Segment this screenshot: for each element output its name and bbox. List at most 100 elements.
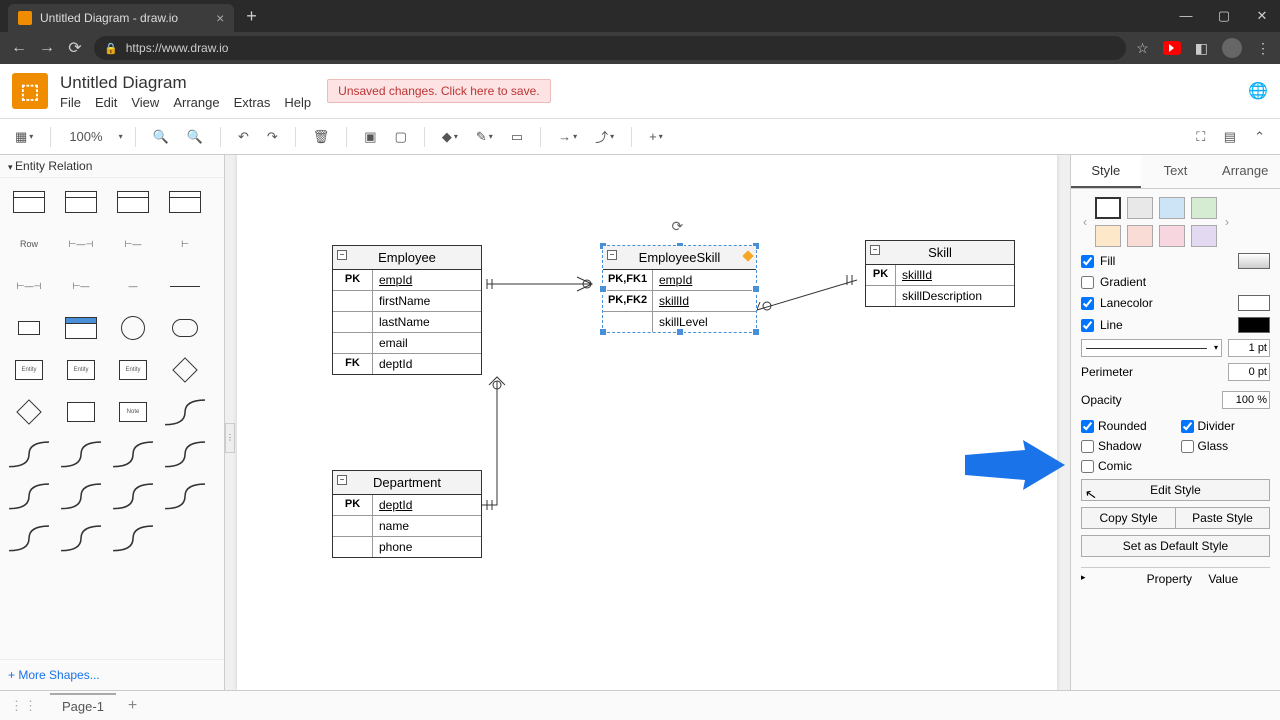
shape-row-conn[interactable]: ⊢—: [110, 226, 156, 262]
line-style-dropdown[interactable]: ▾: [1081, 339, 1222, 357]
shape-table[interactable]: [6, 184, 52, 220]
shape-connector[interactable]: [110, 436, 156, 472]
paste-style-button[interactable]: Paste Style: [1175, 507, 1270, 529]
shape-connector[interactable]: [6, 436, 52, 472]
section-entity-relation[interactable]: Entity Relation: [0, 155, 224, 178]
format-icon[interactable]: ▤: [1219, 126, 1241, 148]
entity-skill[interactable]: −Skill PKskillId skillDescription: [865, 240, 1015, 307]
shape-connector[interactable]: [162, 394, 208, 430]
more-shapes-button[interactable]: + More Shapes...: [0, 659, 224, 690]
shape-connector[interactable]: [110, 520, 156, 556]
shape-connector[interactable]: [58, 436, 104, 472]
undo-icon[interactable]: ↶: [233, 126, 254, 148]
shape-entity[interactable]: Entity: [110, 352, 156, 388]
resize-handle[interactable]: [752, 328, 760, 336]
delete-icon[interactable]: 🗑: [308, 126, 335, 148]
fill-color-icon[interactable]: ◆▾: [437, 126, 463, 148]
shape-connector[interactable]: [6, 478, 52, 514]
swatch[interactable]: [1159, 197, 1185, 219]
canvas[interactable]: −Employee PKempId firstName lastName ema…: [237, 155, 1057, 690]
collapse-icon[interactable]: ⌃: [1249, 126, 1270, 148]
swatch[interactable]: [1095, 225, 1121, 247]
menu-edit[interactable]: Edit: [95, 95, 117, 110]
menu-help[interactable]: Help: [284, 95, 311, 110]
canvas-viewport[interactable]: ⋮ −Employee PKempId firstName: [225, 155, 1070, 690]
redo-icon[interactable]: ↷: [262, 126, 283, 148]
lanecolor-picker[interactable]: [1238, 295, 1270, 311]
resize-handle[interactable]: [599, 285, 607, 293]
swatch[interactable]: [1127, 225, 1153, 247]
view-dropdown[interactable]: ▦▾: [10, 126, 38, 148]
line-width-input[interactable]: [1228, 339, 1270, 357]
shape-connector[interactable]: [58, 520, 104, 556]
drawio-logo[interactable]: ⬚: [12, 73, 48, 109]
shape-row[interactable]: Row: [6, 226, 52, 262]
shape-line[interactable]: [162, 268, 208, 304]
to-front-icon[interactable]: ▣: [359, 126, 381, 148]
line-color-picker[interactable]: [1238, 317, 1270, 333]
shape-table[interactable]: [110, 184, 156, 220]
shape-entity[interactable]: Entity: [58, 352, 104, 388]
shape-cloud[interactable]: [162, 310, 208, 346]
shape-entity[interactable]: Entity: [6, 352, 52, 388]
swatch[interactable]: [1127, 197, 1153, 219]
new-tab-button[interactable]: +: [246, 6, 257, 27]
swatch[interactable]: [1191, 197, 1217, 219]
forward-icon[interactable]: →: [38, 39, 56, 57]
swatch[interactable]: [1191, 225, 1217, 247]
fill-checkbox[interactable]: [1081, 255, 1094, 268]
shape-table[interactable]: [58, 184, 104, 220]
fullscreen-icon[interactable]: ⛶: [1191, 126, 1211, 148]
shape-button[interactable]: [6, 310, 52, 346]
comic-checkbox[interactable]: [1081, 460, 1094, 473]
rotate-handle-icon[interactable]: ⟳: [672, 218, 684, 235]
resize-handle[interactable]: [752, 285, 760, 293]
connection-icon[interactable]: →▾: [553, 126, 582, 147]
menu-view[interactable]: View: [131, 95, 159, 110]
maximize-icon[interactable]: ▢: [1214, 8, 1234, 24]
entity-employee-skill[interactable]: ⟳ −EmployeeSkill PK,FK1empId PK,FK2skill…: [602, 245, 757, 333]
property-header[interactable]: ▸ Property Value: [1081, 567, 1270, 586]
extension-icon[interactable]: ◧: [1195, 40, 1208, 57]
perimeter-input[interactable]: [1228, 363, 1270, 381]
divider-checkbox[interactable]: [1181, 420, 1194, 433]
shape-row-conn[interactable]: ⊢—: [58, 268, 104, 304]
shape-row-conn[interactable]: ⊢—⊣: [6, 268, 52, 304]
swatch[interactable]: [1095, 197, 1121, 219]
reload-icon[interactable]: ⟳: [66, 38, 84, 58]
close-window-icon[interactable]: ✕: [1252, 8, 1272, 24]
tab-arrange[interactable]: Arrange: [1210, 155, 1280, 188]
to-back-icon[interactable]: ▢: [390, 126, 412, 148]
drag-handle-icon[interactable]: ⋮⋮: [10, 698, 38, 714]
resize-handle[interactable]: [599, 328, 607, 336]
menu-arrange[interactable]: Arrange: [173, 95, 219, 110]
shape-diamond[interactable]: [162, 352, 208, 388]
default-style-button[interactable]: Set as Default Style: [1081, 535, 1270, 557]
swatch[interactable]: [1159, 225, 1185, 247]
bookmark-star-icon[interactable]: ☆: [1136, 40, 1149, 57]
shape-table[interactable]: [162, 184, 208, 220]
shape-table-blue[interactable]: [58, 310, 104, 346]
entity-department[interactable]: −Department PKdeptId name phone: [332, 470, 482, 558]
shape-row-conn[interactable]: —: [110, 268, 156, 304]
waypoint-icon[interactable]: ⤴▾: [590, 124, 619, 149]
menu-extras[interactable]: Extras: [234, 95, 271, 110]
minimize-icon[interactable]: —: [1176, 8, 1196, 24]
entity-employee[interactable]: −Employee PKempId firstName lastName ema…: [332, 245, 482, 375]
shape-connector[interactable]: [162, 436, 208, 472]
shadow-icon[interactable]: ▭: [506, 126, 528, 148]
back-icon[interactable]: ←: [10, 39, 28, 57]
shape-connector[interactable]: [58, 478, 104, 514]
line-color-icon[interactable]: ✎▾: [471, 126, 498, 148]
browser-tab[interactable]: Untitled Diagram - draw.io ×: [8, 4, 234, 32]
shape-circle[interactable]: [110, 310, 156, 346]
rounded-checkbox[interactable]: [1081, 420, 1094, 433]
youtube-icon[interactable]: [1163, 41, 1181, 55]
zoom-level[interactable]: 100%: [63, 127, 108, 146]
glass-checkbox[interactable]: [1181, 440, 1194, 453]
shape-row-conn[interactable]: ⊢: [162, 226, 208, 262]
add-page-button[interactable]: +: [128, 697, 137, 715]
shape-entity[interactable]: [58, 394, 104, 430]
swatch-prev-icon[interactable]: ‹: [1081, 215, 1089, 229]
shape-connector[interactable]: [6, 520, 52, 556]
